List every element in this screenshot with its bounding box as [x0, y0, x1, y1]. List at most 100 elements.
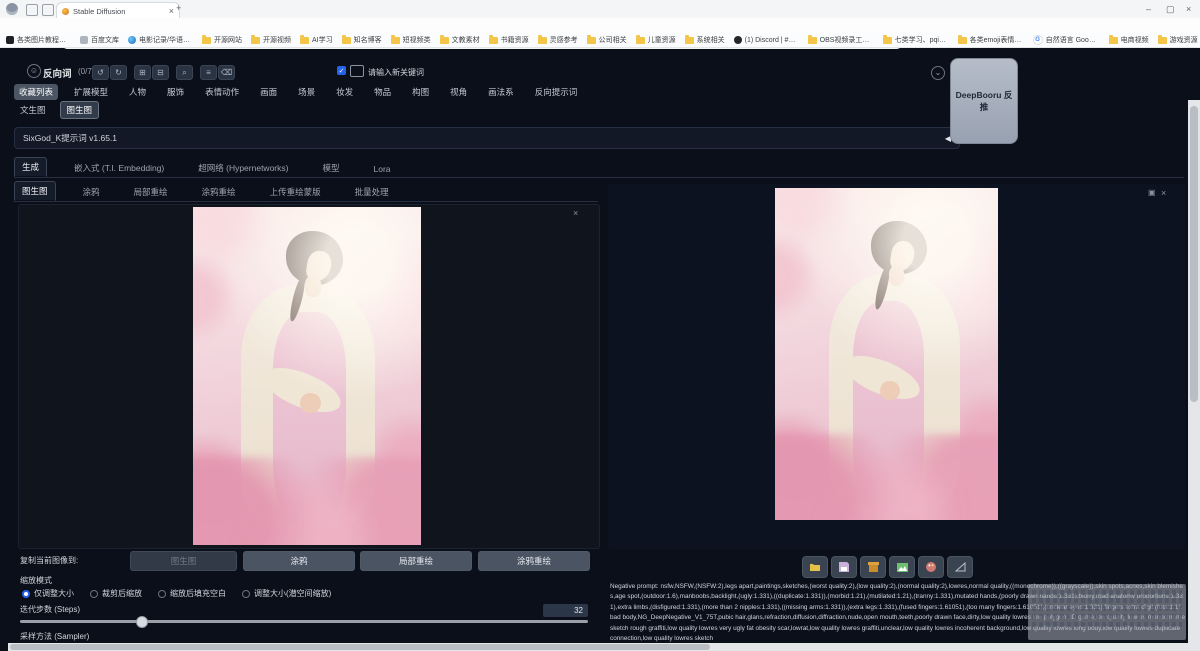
tab-scene[interactable]: 场景 [293, 84, 320, 100]
undo-icon[interactable]: ↺ [92, 65, 109, 80]
remove-image-icon[interactable]: × [573, 209, 578, 218]
window-maximize-button[interactable]: ▢ [1166, 4, 1175, 15]
tab-close-icon[interactable]: × [169, 7, 174, 16]
tab-perspective[interactable]: 视角 [445, 84, 472, 100]
tab-items[interactable]: 物品 [369, 84, 396, 100]
delete-icon[interactable]: ⌫ [218, 65, 235, 80]
output-image[interactable] [775, 188, 998, 520]
tab-characters[interactable]: 人物 [124, 84, 151, 100]
tab-inpaint[interactable]: 局部重绘 [127, 183, 175, 201]
bookmark-folder-icon [587, 37, 596, 44]
bookmark-item[interactable]: 电商视频 [1109, 35, 1149, 45]
bookmark-item[interactable]: 短视频类 [391, 35, 431, 45]
radio-resize-fill[interactable]: 缩放后填充空白 [158, 588, 226, 599]
save-image-button[interactable] [831, 556, 857, 578]
tab-favorites-list[interactable]: 收藏列表 [14, 84, 58, 100]
open-folder-button[interactable] [802, 556, 828, 578]
emoji-picker-icon[interactable]: ⌄ [931, 66, 945, 80]
prompt-plugin-accordion[interactable]: SixGod_K提示词 v1.65.1 ◀ [14, 127, 960, 149]
bookmark-item[interactable]: 各类图片教程图Pol... [6, 35, 71, 45]
tab-negative-prompts[interactable]: 反向提示词 [530, 84, 583, 100]
bookmark-item[interactable]: 各类emoji表情符... [958, 35, 1024, 45]
steps-slider-thumb[interactable] [136, 616, 148, 628]
browser-tab[interactable]: Stable Diffusion × [56, 2, 180, 19]
bookmark-item[interactable]: (1) Discord | #AI绘... [734, 35, 799, 45]
new-keyword-input[interactable] [350, 65, 364, 77]
copy-to-inpaint-sketch-button[interactable]: 涂鸦重绘 [478, 551, 590, 571]
new-tab-button[interactable]: + [176, 4, 181, 13]
bookmark-item[interactable]: G自然语言 Google... [1033, 35, 1100, 45]
window-minimize-button[interactable]: – [1146, 4, 1151, 14]
ruler-button[interactable] [947, 556, 973, 578]
tab-hypernetworks[interactable]: 超网络 (Hypernetworks) [191, 159, 295, 177]
profile-avatar[interactable] [6, 3, 18, 15]
bookmark-item[interactable]: 知名博客 [342, 35, 382, 45]
tab-inpaint-upload[interactable]: 上传重绘蒙版 [263, 183, 328, 201]
bookmark-folder-icon [883, 37, 892, 44]
bookmark-item[interactable]: 百度文库 [80, 35, 119, 45]
workspaces-icon[interactable] [26, 4, 38, 16]
tab-batch[interactable]: 批量处理 [348, 183, 396, 201]
tab-sketch[interactable]: 涂鸦 [76, 183, 107, 201]
search-icon[interactable]: ⌕ [176, 65, 193, 80]
tab-extended-models[interactable]: 扩展模型 [69, 84, 113, 100]
bookmark-item[interactable]: 文教素材 [440, 35, 480, 45]
send-to-extras-button[interactable] [918, 556, 944, 578]
copy-to-sketch-button[interactable]: 涂鸦 [243, 551, 355, 571]
save-zip-button[interactable] [860, 556, 886, 578]
window-close-button[interactable]: × [1186, 4, 1191, 14]
send-to-image-button[interactable] [889, 556, 915, 578]
gallery-close-icon[interactable]: × [1161, 189, 1166, 198]
bookmark-item[interactable]: 灵感参考 [538, 35, 578, 45]
tab-makeup-hair[interactable]: 妆发 [331, 84, 358, 100]
tab-inpaint-sketch[interactable]: 涂鸦重绘 [195, 183, 243, 201]
tab-generate[interactable]: 生成 [14, 157, 47, 177]
tab-picture[interactable]: 画面 [255, 84, 282, 100]
bookmark-item[interactable]: 游戏资源 [1158, 35, 1198, 45]
bookmark-item[interactable]: 儿童资源 [636, 35, 676, 45]
tab-txt2img-mode[interactable]: 文生图 [14, 102, 52, 118]
folder-icon [809, 562, 821, 572]
tab-checkpoints[interactable]: 模型 [315, 159, 346, 177]
bookmark-item[interactable]: 七类学习、pqi空... [883, 35, 949, 45]
bookmark-item[interactable]: 开源视频 [251, 35, 291, 45]
input-image[interactable] [193, 207, 421, 545]
deepbooru-button[interactable]: DeepBooru 反推 [950, 58, 1018, 144]
tab-actions-icon[interactable] [42, 4, 54, 16]
bookmark-item[interactable]: 系统相关 [685, 35, 725, 45]
horizontal-scrollbar-thumb[interactable] [10, 644, 710, 650]
tab-expressions[interactable]: 表情动作 [200, 84, 244, 100]
tab-clothing[interactable]: 服饰 [162, 84, 189, 100]
radio-latent-upscale[interactable]: 调整大小(潜空间缩放) [242, 588, 331, 599]
save-icon[interactable]: ⊞ [134, 65, 151, 80]
emoji-icon[interactable]: ☺ [27, 64, 41, 78]
category-tabs: 收藏列表 扩展模型 人物 服饰 表情动作 画面 场景 妆发 物品 构图 视角 画… [14, 84, 582, 100]
tab-lora[interactable]: Lora [366, 161, 397, 177]
tab-embedding[interactable]: 嵌入式 (T.I. Embedding) [67, 159, 171, 177]
bookmark-item[interactable]: 公司相关 [587, 35, 627, 45]
vertical-scrollbar-thumb[interactable] [1190, 106, 1198, 402]
radio-just-resize[interactable]: 仅调整大小 [22, 588, 74, 599]
new-keyword-checkbox[interactable]: ✓ [337, 66, 346, 75]
steps-value-input[interactable]: 32 [543, 604, 588, 617]
list-icon[interactable]: ≡ [200, 65, 217, 80]
copy-to-inpaint-button[interactable]: 局部重绘 [360, 551, 472, 571]
redo-icon[interactable]: ↻ [110, 65, 127, 80]
radio-crop-resize[interactable]: 裁剪后缩放 [90, 588, 142, 599]
copy-to-img2img-button: 图生图 [130, 551, 237, 571]
tab-art-style[interactable]: 画法系 [483, 84, 519, 100]
steps-slider-track[interactable] [20, 620, 588, 623]
bookmark-item[interactable]: OBS视频录工具三... [808, 35, 874, 45]
gallery-expand-icon[interactable]: ▣ [1148, 189, 1156, 197]
tab-img2img[interactable]: 图生图 [14, 181, 56, 201]
browser-titlebar: Stable Diffusion × + – ▢ × [0, 0, 1200, 18]
bookmark-item[interactable]: 开源网站 [202, 35, 242, 45]
img2img-canvas[interactable]: × [18, 204, 600, 549]
img2img-tabs: 图生图 涂鸦 局部重绘 涂鸦重绘 上传重绘蒙版 批量处理 [14, 181, 598, 202]
bookmark-item[interactable]: AI学习 [300, 35, 333, 45]
tab-img2img-mode[interactable]: 图生图 [60, 101, 100, 119]
bookmark-item[interactable]: 书籍资源 [489, 35, 529, 45]
bookmark-item[interactable]: 电影记录/华语电影... [128, 35, 193, 45]
tab-composition[interactable]: 构图 [407, 84, 434, 100]
copy-icon[interactable]: ⊟ [152, 65, 169, 80]
